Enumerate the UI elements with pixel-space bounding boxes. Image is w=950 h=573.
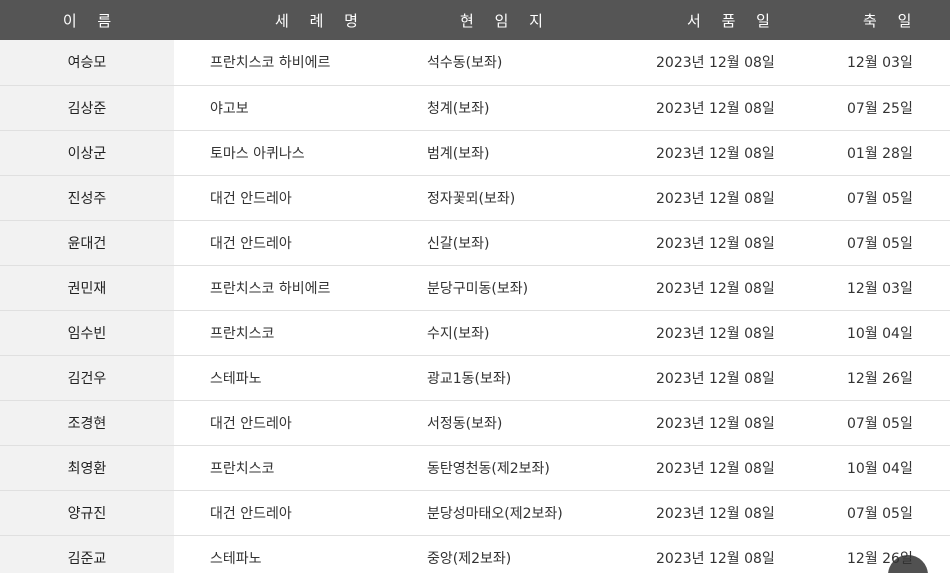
row-ordination-date-cell: 2023년 12월 08일 [614, 220, 812, 266]
row-ordination-date-cell: 2023년 12월 08일 [614, 400, 812, 446]
table-row: 이상군 토마스 아퀴나스 범계(보좌) 2023년 12월 08일 01월 28일 [0, 130, 950, 176]
row-ordination-date-cell: 2023년 12월 08일 [614, 265, 812, 311]
row-name-cell: 여승모 [0, 40, 174, 86]
row-parish-cell: 중앙(제2보좌) [391, 535, 614, 573]
table-row: 권민재 프란치스코 하비에르 분당구미동(보좌) 2023년 12월 08일 12월 0… [0, 265, 950, 311]
row-parish-cell: 석수동(보좌) [391, 40, 614, 86]
row-saint-name-cell: 프란치스코 [174, 310, 391, 356]
header-saint-name: 세 례 명 [275, 11, 366, 30]
header-name: 이 름 [62, 11, 120, 30]
row-name-cell: 최영환 [0, 445, 174, 491]
row-ordination-date-cell: 2023년 12월 08일 [614, 535, 812, 573]
row-ordination-date-cell: 2023년 12월 08일 [614, 85, 812, 131]
row-feast-day-cell: 07월 05일 [812, 490, 950, 536]
row-name-cell: 이상군 [0, 130, 174, 176]
row-name-cell: 윤대건 [0, 220, 174, 266]
row-saint-name-cell: 대건 안드레아 [174, 220, 391, 266]
row-parish-cell: 분당성마태오(제2보좌) [391, 490, 614, 536]
header-parish: 현 임 지 [460, 11, 551, 30]
row-ordination-date-cell: 2023년 12월 08일 [614, 310, 812, 356]
row-saint-name-cell: 토마스 아퀴나스 [174, 130, 391, 176]
table-body: 여승모 프란치스코 하비에르 석수동(보좌) 2023년 12월 08일 12월 03일… [0, 40, 950, 573]
row-feast-day-cell: 10월 04일 [812, 445, 950, 491]
row-name-cell: 김준교 [0, 535, 174, 573]
table-row: 김건우 스테파노 광교1동(보좌) 2023년 12월 08일 12월 26일 [0, 355, 950, 401]
row-parish-cell: 범계(보좌) [391, 130, 614, 176]
row-feast-day-cell: 07월 05일 [812, 220, 950, 266]
table-row: 진성주 대건 안드레아 정자꽃뫼(보좌) 2023년 12월 08일 07월 05일 [0, 175, 950, 221]
row-ordination-date-cell: 2023년 12월 08일 [614, 130, 812, 176]
header-feast-day: 축 일 [863, 11, 920, 30]
row-feast-day-cell: 12월 26일 [812, 535, 950, 573]
row-name-cell: 김건우 [0, 355, 174, 401]
table-row: 최영환 프란치스코 동탄영천동(제2보좌) 2023년 12월 08일 10월 04일 [0, 445, 950, 491]
table-row: 조경현 대건 안드레아 서정동(보좌) 2023년 12월 08일 07월 05일 [0, 400, 950, 446]
row-saint-name-cell: 스테파노 [174, 535, 391, 573]
row-feast-day-cell: 12월 26일 [812, 355, 950, 401]
table-row: 임수빈 프란치스코 수지(보좌) 2023년 12월 08일 10월 04일 [0, 310, 950, 356]
row-saint-name-cell: 대건 안드레아 [174, 490, 391, 536]
table-row: 김준교 스테파노 중앙(제2보좌) 2023년 12월 08일 12월 26일 [0, 535, 950, 573]
row-ordination-date-cell: 2023년 12월 08일 [614, 355, 812, 401]
table-row: 윤대건 대건 안드레아 신갈(보좌) 2023년 12월 08일 07월 05일 [0, 220, 950, 266]
table-row: 김상준 야고보 청계(보좌) 2023년 12월 08일 07월 25일 [0, 85, 950, 131]
row-ordination-date-cell: 2023년 12월 08일 [614, 490, 812, 536]
row-name-cell: 진성주 [0, 175, 174, 221]
row-parish-cell: 분당구미동(보좌) [391, 265, 614, 311]
row-name-cell: 권민재 [0, 265, 174, 311]
row-parish-cell: 서정동(보좌) [391, 400, 614, 446]
row-parish-cell: 광교1동(보좌) [391, 355, 614, 401]
row-feast-day-cell: 12월 03일 [812, 265, 950, 311]
row-ordination-date-cell: 2023년 12월 08일 [614, 445, 812, 491]
row-feast-day-cell: 07월 25일 [812, 85, 950, 131]
row-feast-day-cell: 07월 05일 [812, 175, 950, 221]
row-feast-day-cell: 07월 05일 [812, 400, 950, 446]
row-saint-name-cell: 프란치스코 [174, 445, 391, 491]
row-parish-cell: 청계(보좌) [391, 85, 614, 131]
header-ordination-date: 서 품 일 [687, 11, 778, 30]
table-row: 여승모 프란치스코 하비에르 석수동(보좌) 2023년 12월 08일 12월 03일 [0, 40, 950, 86]
row-parish-cell: 정자꽃뫼(보좌) [391, 175, 614, 221]
row-feast-day-cell: 12월 03일 [812, 40, 950, 86]
row-name-cell: 김상준 [0, 85, 174, 131]
row-saint-name-cell: 프란치스코 하비에르 [174, 265, 391, 311]
row-saint-name-cell: 스테파노 [174, 355, 391, 401]
row-parish-cell: 수지(보좌) [391, 310, 614, 356]
row-parish-cell: 신갈(보좌) [391, 220, 614, 266]
row-name-cell: 임수빈 [0, 310, 174, 356]
row-saint-name-cell: 야고보 [174, 85, 391, 131]
row-saint-name-cell: 프란치스코 하비에르 [174, 40, 391, 86]
row-ordination-date-cell: 2023년 12월 08일 [614, 175, 812, 221]
row-feast-day-cell: 10월 04일 [812, 310, 950, 356]
page: 이 름 세 례 명 현 임 지 서 품 일 축 일 여승모 프란치스코 하비에르 석… [0, 0, 950, 573]
priest-roster-table: 이 름 세 례 명 현 임 지 서 품 일 축 일 여승모 프란치스코 하비에르 석… [0, 0, 950, 573]
row-saint-name-cell: 대건 안드레아 [174, 175, 391, 221]
row-parish-cell: 동탄영천동(제2보좌) [391, 445, 614, 491]
row-name-cell: 양규진 [0, 490, 174, 536]
table-row: 양규진 대건 안드레아 분당성마태오(제2보좌) 2023년 12월 08일 07월 0… [0, 490, 950, 536]
row-saint-name-cell: 대건 안드레아 [174, 400, 391, 446]
row-feast-day-cell: 01월 28일 [812, 130, 950, 176]
table-header-row: 이 름 세 례 명 현 임 지 서 품 일 축 일 [0, 0, 950, 40]
row-name-cell: 조경현 [0, 400, 174, 446]
row-ordination-date-cell: 2023년 12월 08일 [614, 40, 812, 86]
